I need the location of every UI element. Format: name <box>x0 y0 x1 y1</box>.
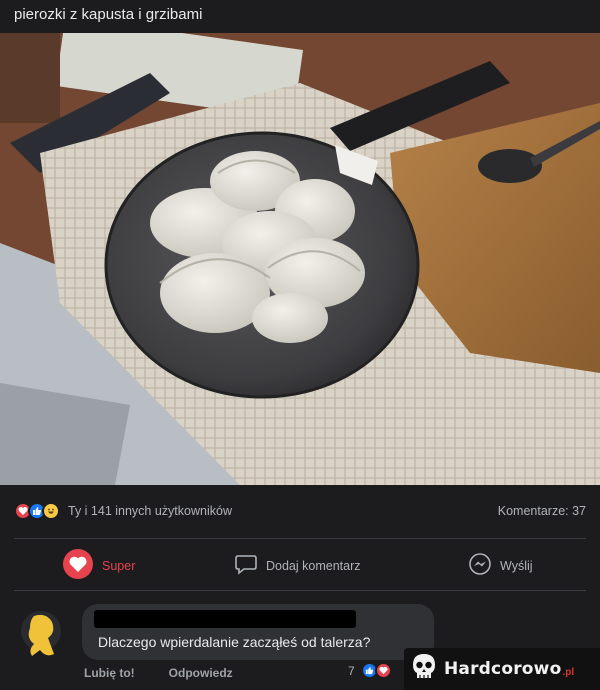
send-button[interactable]: Wyślij <box>468 548 533 584</box>
reactions-bar[interactable]: Ty i 141 innych użytkowników Komentarze:… <box>14 500 586 522</box>
add-comment-button[interactable]: Dodaj komentarz <box>234 548 361 584</box>
avatar[interactable] <box>20 610 62 662</box>
post-title: pierozki z kapusta i grzibami <box>14 6 203 23</box>
watermark-suffix: .pl <box>562 666 575 678</box>
messenger-icon <box>468 552 492 581</box>
divider <box>14 538 586 539</box>
reaction-icons[interactable] <box>14 502 60 520</box>
skull-logo-icon <box>410 652 438 687</box>
heart-icon <box>62 548 94 585</box>
comment-bubble[interactable]: Dlaczego wpierdalanie zacząłeś od talerz… <box>82 604 434 660</box>
comment-bubble-icon <box>234 552 258 581</box>
haha-reaction-icon <box>42 502 60 520</box>
add-comment-label: Dodaj komentarz <box>266 559 361 573</box>
like-comment-button[interactable]: Lubię to! <box>84 666 135 680</box>
post-photo[interactable] <box>0 33 600 485</box>
comment-reaction-count: 7 <box>348 663 355 678</box>
reactions-summary[interactable]: Ty i 141 innych użytkowników <box>68 504 232 518</box>
watermark: Hardcorowo .pl <box>404 648 600 690</box>
divider <box>14 590 586 591</box>
send-label: Wyślij <box>500 559 533 573</box>
watermark-text: Hardcorowo <box>444 659 562 679</box>
comments-count[interactable]: Komentarze: 37 <box>498 504 586 518</box>
post-actions: Super Dodaj komentarz Wyślij <box>0 548 600 584</box>
heart-reaction-icon <box>374 662 392 679</box>
comment-reactions[interactable]: 7 <box>348 662 392 679</box>
author-name-redacted <box>94 610 356 628</box>
super-button[interactable]: Super <box>62 548 135 584</box>
pierogi-photo <box>0 33 600 485</box>
comment-actions: Lubię to! Odpowiedz <box>84 666 267 680</box>
reply-button[interactable]: Odpowiedz <box>169 666 233 680</box>
super-label: Super <box>102 559 136 573</box>
comment-text: Dlaczego wpierdalanie zacząłeś od talerz… <box>98 634 371 650</box>
